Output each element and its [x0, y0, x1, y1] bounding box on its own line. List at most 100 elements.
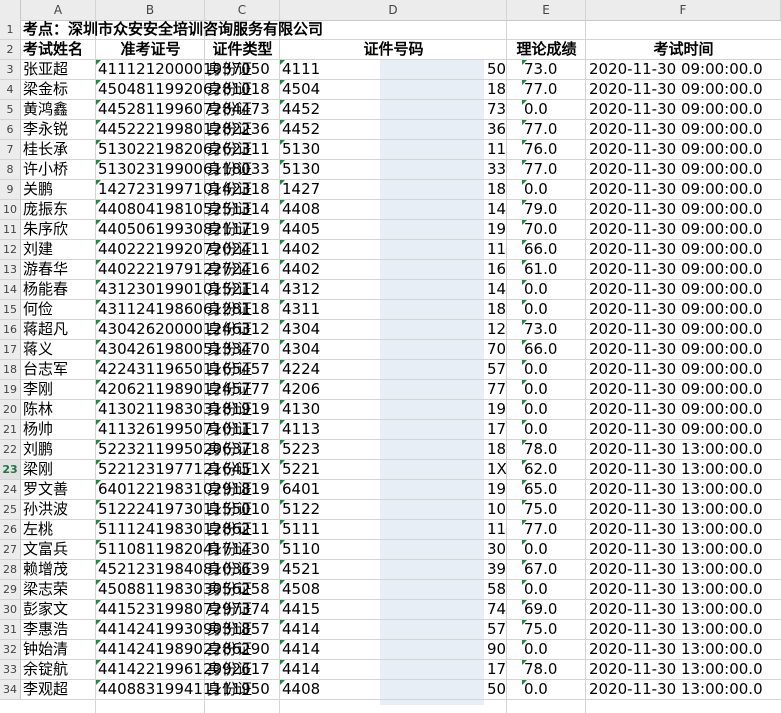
cell-name[interactable]: 孙洪波: [21, 500, 68, 519]
cell-name[interactable]: 李观超: [21, 680, 68, 699]
cell-name[interactable]: 李永锐: [21, 120, 68, 139]
cell-name[interactable]: 文富兵: [21, 540, 68, 559]
cell-name[interactable]: 钟始清: [21, 640, 68, 659]
cell-id-type[interactable]: 身份证: [205, 500, 252, 519]
cell-name[interactable]: 朱序欣: [21, 220, 68, 239]
cell-id-suffix[interactable]: 90: [485, 640, 506, 659]
cell-id-prefix[interactable]: 4521: [280, 560, 320, 579]
cell-id-prefix[interactable]: 4224: [280, 360, 320, 379]
row-header[interactable]: 17: [0, 340, 21, 360]
cell-id-type[interactable]: 身份证: [205, 320, 252, 339]
cell-id-prefix[interactable]: 5223: [280, 440, 320, 459]
row-header[interactable]: 23: [0, 460, 21, 480]
cell-id-type[interactable]: 身份证: [205, 600, 252, 619]
cell-name[interactable]: 赖增茂: [21, 560, 68, 579]
cell-exam-time[interactable]: 2020-11-30 09:00:00.0: [587, 60, 763, 79]
cell-theory-score[interactable]: 77.0: [522, 160, 557, 179]
cell-name[interactable]: 台志军: [21, 360, 68, 379]
cell-theory-score[interactable]: 0.0: [522, 540, 548, 559]
cell-theory-score[interactable]: 66.0: [522, 240, 557, 259]
cell-id-prefix[interactable]: 4111: [280, 60, 320, 79]
row-header[interactable]: 6: [0, 120, 21, 140]
row-header[interactable]: 11: [0, 220, 21, 240]
row-header[interactable]: 28: [0, 560, 21, 580]
cell-id-prefix[interactable]: 4508: [280, 580, 320, 599]
cell-id-suffix[interactable]: 73: [485, 100, 506, 119]
cell-id-suffix[interactable]: 19: [485, 480, 506, 499]
row-header[interactable]: 5: [0, 100, 21, 120]
cell-name[interactable]: 游春华: [21, 260, 68, 279]
cell-theory-score[interactable]: 0.0: [522, 400, 548, 419]
cell-id-prefix[interactable]: 5130: [280, 160, 320, 179]
cell-exam-time[interactable]: 2020-11-30 09:00:00.0: [587, 340, 763, 359]
cell-id-prefix[interactable]: 4206: [280, 380, 320, 399]
cell-id-type[interactable]: 身份证: [205, 100, 252, 119]
cell-name[interactable]: 许小桥: [21, 160, 68, 179]
header-exam-time[interactable]: 考试时间: [586, 40, 781, 59]
cell-id-suffix[interactable]: 50: [485, 60, 506, 79]
cell-id-type[interactable]: 身份证: [205, 340, 252, 359]
cell-exam-time[interactable]: 2020-11-30 13:00:00.0: [587, 560, 763, 579]
cell-id-suffix[interactable]: 14: [485, 280, 506, 299]
cell-id-prefix[interactable]: 4130: [280, 400, 320, 419]
cell-exam-time[interactable]: 2020-11-30 09:00:00.0: [587, 120, 763, 139]
cell-name[interactable]: 罗文善: [21, 480, 68, 499]
cell-theory-score[interactable]: 77.0: [522, 120, 557, 139]
cell-id-prefix[interactable]: 4402: [280, 240, 320, 259]
row-header[interactable]: 1: [0, 20, 21, 40]
cell-id-type[interactable]: 身份证: [205, 460, 252, 479]
cell-name[interactable]: 左桃: [21, 520, 53, 539]
column-header-e[interactable]: E: [507, 0, 586, 20]
cell-id-suffix[interactable]: 17: [485, 660, 506, 679]
cell-exam-time[interactable]: 2020-11-30 09:00:00.0: [587, 280, 763, 299]
row-header[interactable]: 14: [0, 280, 21, 300]
row-header[interactable]: 33: [0, 660, 21, 680]
cell-exam-time[interactable]: 2020-11-30 09:00:00.0: [587, 260, 763, 279]
cell-id-type[interactable]: 身份证: [205, 560, 252, 579]
cell-id-type[interactable]: 身份证: [205, 580, 252, 599]
cell-exam-time[interactable]: 2020-11-30 09:00:00.0: [587, 240, 763, 259]
cell-name[interactable]: 梁志荣: [21, 580, 68, 599]
cell-theory-score[interactable]: 0.0: [522, 360, 548, 379]
exam-site-title[interactable]: 考点：深圳市众安安全培训咨询服务有限公司: [21, 20, 323, 39]
cell-theory-score[interactable]: 0.0: [522, 380, 548, 399]
cell-id-suffix[interactable]: 18: [485, 440, 506, 459]
row-header[interactable]: 21: [0, 420, 21, 440]
cell-id-suffix[interactable]: 18: [485, 300, 506, 319]
row-header[interactable]: 13: [0, 260, 21, 280]
cell-theory-score[interactable]: 0.0: [522, 420, 548, 439]
cell-name[interactable]: 李惠浩: [21, 620, 68, 639]
cell-id-prefix[interactable]: 1427: [280, 180, 320, 199]
cell-exam-time[interactable]: 2020-11-30 09:00:00.0: [587, 160, 763, 179]
row-header[interactable]: 25: [0, 500, 21, 520]
cell-theory-score[interactable]: 75.0: [522, 500, 557, 519]
cell-id-prefix[interactable]: 4408: [280, 680, 320, 699]
cell-exam-time[interactable]: 2020-11-30 09:00:00.0: [587, 420, 763, 439]
header-id-type[interactable]: 证件类型: [205, 40, 280, 59]
cell-theory-score[interactable]: 65.0: [522, 480, 557, 499]
cell-id-type[interactable]: 身份证: [205, 260, 252, 279]
cell-exam-time[interactable]: 2020-11-30 13:00:00.0: [587, 500, 763, 519]
cell-id-prefix[interactable]: 4414: [280, 640, 320, 659]
cell-id-prefix[interactable]: 4452: [280, 100, 320, 119]
cell-id-suffix[interactable]: 57: [485, 360, 506, 379]
cell-id-type[interactable]: 身份证: [205, 420, 252, 439]
row-header[interactable]: 9: [0, 180, 21, 200]
cell-id-prefix[interactable]: 4304: [280, 340, 320, 359]
cell-id-suffix[interactable]: 19: [485, 220, 506, 239]
cell-theory-score[interactable]: 0.0: [522, 300, 548, 319]
cell-id-suffix[interactable]: 17: [485, 420, 506, 439]
cell-id-prefix[interactable]: 4408: [280, 200, 320, 219]
cell-exam-time[interactable]: 2020-11-30 09:00:00.0: [587, 380, 763, 399]
cell-theory-score[interactable]: 0.0: [522, 680, 548, 699]
cell-id-prefix[interactable]: 4414: [280, 660, 320, 679]
cell-name[interactable]: 杨帅: [21, 420, 53, 439]
cell-exam-time[interactable]: 2020-11-30 09:00:00.0: [587, 200, 763, 219]
cell-id-prefix[interactable]: 4452: [280, 120, 320, 139]
header-theory-score[interactable]: 理论成绩: [507, 40, 586, 59]
cell-theory-score[interactable]: 78.0: [522, 660, 557, 679]
cell-id-type[interactable]: 身份证: [205, 360, 252, 379]
cell-theory-score[interactable]: 70.0: [522, 220, 557, 239]
row-header[interactable]: 29: [0, 580, 21, 600]
cell-name[interactable]: 余锭航: [21, 660, 68, 679]
